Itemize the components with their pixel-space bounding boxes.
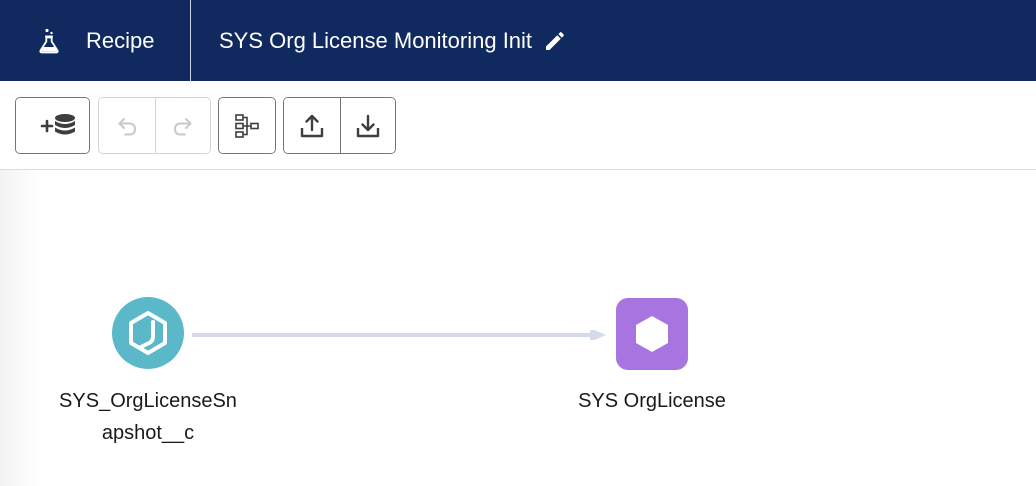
- output-node[interactable]: [616, 298, 688, 370]
- redo-button[interactable]: [155, 98, 210, 153]
- app-launcher[interactable]: Recipe: [0, 0, 191, 81]
- toolbar: [0, 81, 1036, 170]
- upload-icon: [300, 114, 324, 137]
- title-area: SYS Org License Monitoring Init: [191, 0, 568, 81]
- output-node-label: SYS OrgLicense: [578, 390, 726, 412]
- source-node-label-line1: SYS_OrgLicenseSn: [59, 390, 237, 412]
- download-icon: [356, 114, 380, 137]
- edit-title-button[interactable]: [542, 28, 568, 54]
- auto-layout-button[interactable]: [219, 98, 275, 153]
- layout-group: [218, 97, 276, 154]
- undo-redo-group: [98, 97, 211, 154]
- import-export-group: [283, 97, 396, 154]
- source-node[interactable]: [112, 297, 184, 369]
- flask-icon: [38, 28, 60, 54]
- add-data-group: [15, 97, 90, 154]
- undo-icon: [118, 117, 137, 135]
- download-button[interactable]: [340, 98, 395, 153]
- recipe-title: SYS Org License Monitoring Init: [219, 27, 533, 53]
- add-input-data-button[interactable]: [16, 98, 89, 153]
- hexagon-output-icon: [636, 316, 668, 352]
- connection-edge[interactable]: [192, 330, 608, 340]
- redo-icon: [173, 117, 192, 135]
- source-node-label-line2: apshot__c: [101, 422, 195, 444]
- pencil-icon: [546, 31, 564, 50]
- recipe-canvas[interactable]: SYS_OrgLicenseSn apshot__c SYS OrgLicens…: [0, 170, 1036, 486]
- hierarchy-icon: [235, 113, 259, 138]
- source-node-label: SYS_OrgLicenseSn apshot__c: [38, 385, 258, 449]
- app-header: Recipe SYS Org License Monitoring Init: [0, 0, 1036, 81]
- plus-database-icon: [40, 113, 75, 134]
- upload-button[interactable]: [284, 98, 340, 153]
- app-name: Recipe: [86, 27, 155, 53]
- undo-button[interactable]: [99, 98, 155, 153]
- input-object-icon: [129, 311, 167, 355]
